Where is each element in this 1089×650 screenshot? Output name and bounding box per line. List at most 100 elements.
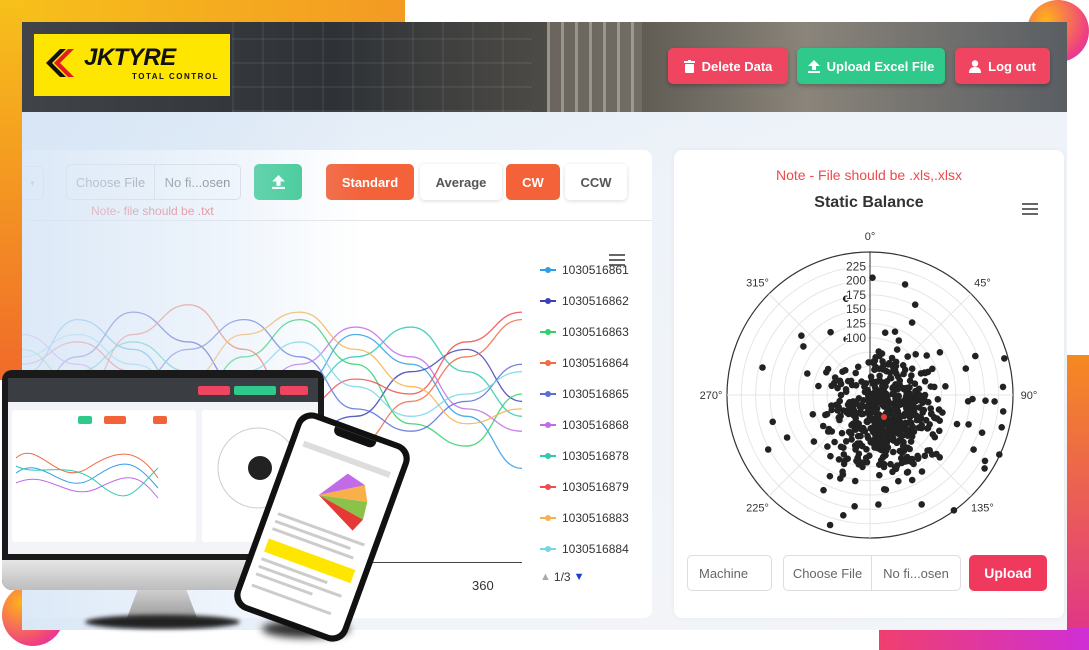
- center-point: [881, 414, 887, 420]
- standard-toggle[interactable]: Standard: [326, 164, 414, 200]
- scatter-point: [764, 446, 772, 453]
- logout-button[interactable]: Log out: [955, 48, 1050, 84]
- legend-item[interactable]: 1030516862: [540, 285, 652, 316]
- angle-label: 270°: [700, 390, 723, 402]
- upload-excel-button[interactable]: Upload Excel File: [797, 48, 945, 84]
- ccw-toggle[interactable]: CCW: [565, 164, 627, 200]
- legend-item[interactable]: 1030516879: [540, 471, 652, 502]
- scatter-point: [908, 365, 916, 372]
- user-icon: [969, 59, 982, 73]
- legend-item[interactable]: 1030516884: [540, 533, 652, 564]
- scatter-point: [889, 448, 897, 456]
- scatter-point: [858, 424, 866, 432]
- scatter-point: [840, 444, 847, 451]
- scatter-point: [970, 446, 977, 453]
- radial-tick-label: 175: [846, 288, 866, 302]
- scatter-point: [880, 387, 888, 395]
- scatter-point: [982, 397, 989, 404]
- scatter-point: [969, 395, 976, 403]
- legend-marker-icon: [540, 265, 556, 275]
- hamburger-menu-icon[interactable]: [1022, 203, 1038, 216]
- scatter-point: [910, 405, 917, 413]
- scatter-point: [972, 352, 979, 360]
- delete-data-button[interactable]: Delete Data: [668, 48, 788, 84]
- scatter-point: [824, 428, 832, 435]
- scatter-point: [870, 440, 877, 448]
- scatter-point: [888, 435, 896, 442]
- scatter-point: [906, 384, 913, 391]
- average-toggle[interactable]: Average: [420, 164, 502, 200]
- scatter-point: [844, 401, 852, 408]
- scatter-point: [904, 457, 911, 465]
- scatter-point: [889, 390, 896, 398]
- angle-label: 45°: [974, 278, 991, 290]
- scatter-point: [848, 381, 856, 389]
- cw-toggle[interactable]: CW: [506, 164, 560, 200]
- xls-file-input[interactable]: Choose File No fi...osen: [783, 555, 961, 591]
- scatter-point: [879, 400, 887, 407]
- scatter-point: [923, 352, 930, 359]
- legend-marker-icon: [540, 358, 556, 368]
- scatter-point: [903, 390, 910, 398]
- angle-label: 135°: [971, 502, 994, 514]
- scatter-point: [827, 452, 834, 460]
- frame-decoration: [0, 0, 22, 380]
- delete-data-label: Delete Data: [701, 58, 773, 74]
- legend-item[interactable]: 1030516863: [540, 316, 652, 347]
- scatter-point: [858, 410, 865, 418]
- legend-next-icon[interactable]: ▼: [574, 571, 585, 583]
- scatter-point: [936, 349, 944, 356]
- legend-marker-icon: [540, 420, 556, 430]
- scatter-point: [857, 432, 864, 440]
- legend-prev-icon[interactable]: ▲: [540, 571, 551, 583]
- scatter-point: [852, 369, 859, 377]
- scatter-point: [759, 364, 766, 371]
- scatter-point: [991, 398, 998, 405]
- legend-label: 1030516861: [562, 262, 629, 277]
- scatter-point: [894, 422, 902, 430]
- scatter-point: [936, 427, 943, 435]
- scatter-point: [852, 426, 859, 433]
- legend-item[interactable]: 1030516865: [540, 378, 652, 409]
- brand-logo[interactable]: JKTYRE TOTAL CONTROL: [34, 34, 230, 96]
- scatter-point: [815, 382, 822, 390]
- legend-marker-icon: [540, 389, 556, 399]
- scatter-point: [822, 411, 829, 419]
- scatter-point: [810, 438, 818, 445]
- legend-item[interactable]: 1030516861: [540, 254, 652, 285]
- scatter-point: [908, 372, 915, 379]
- scatter-point: [901, 281, 909, 288]
- legend-item[interactable]: 1030516864: [540, 347, 652, 378]
- scatter-point: [824, 443, 831, 450]
- scatter-point: [933, 415, 941, 422]
- machine-field[interactable]: Machine: [687, 555, 772, 591]
- txt-file-input[interactable]: Choose File No fi...osen: [66, 164, 241, 200]
- legend-label: 1030516862: [562, 293, 629, 308]
- upload-txt-button[interactable]: [254, 164, 302, 200]
- scatter-point: [769, 418, 776, 426]
- scatter-point: [889, 406, 896, 414]
- scatter-point: [925, 398, 932, 406]
- choose-file-button[interactable]: Choose File: [784, 556, 872, 590]
- dropdown-stub[interactable]: ▾: [22, 166, 44, 200]
- scatter-point: [855, 450, 863, 458]
- scatter-point: [851, 477, 859, 485]
- legend-item[interactable]: 1030516883: [540, 502, 652, 533]
- mockup-stand: [127, 590, 197, 618]
- scatter-point: [981, 457, 989, 465]
- scatter-point: [922, 416, 930, 424]
- choose-file-button[interactable]: Choose File: [67, 165, 155, 199]
- scatter-point: [879, 366, 887, 373]
- scatter-point: [908, 319, 916, 326]
- scatter-point: [889, 361, 896, 369]
- legend-item[interactable]: 1030516868: [540, 409, 652, 440]
- upload-button[interactable]: Upload: [969, 555, 1047, 591]
- legend-item[interactable]: 1030516878: [540, 440, 652, 471]
- divider: [22, 220, 652, 221]
- angle-label: 0°: [865, 231, 876, 243]
- scatter-point: [904, 353, 911, 360]
- scatter-point: [893, 462, 901, 469]
- scatter-point: [800, 343, 807, 350]
- header: JKTYRE TOTAL CONTROL Delete Data Upload …: [22, 22, 1067, 112]
- scatter-point: [804, 370, 811, 377]
